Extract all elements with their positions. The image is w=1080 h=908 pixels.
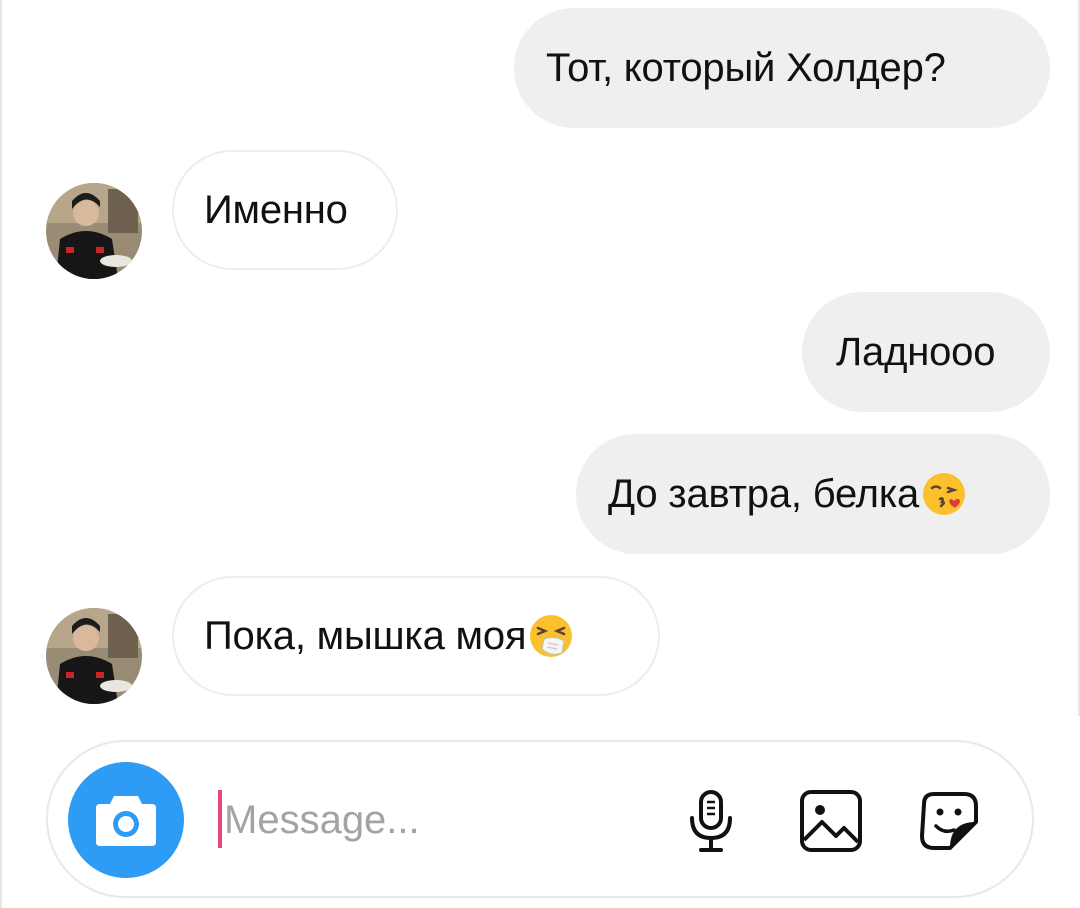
sender-avatar[interactable] (46, 183, 142, 279)
message-bubble-incoming[interactable]: Именно (172, 150, 398, 270)
gallery-button[interactable] (796, 786, 866, 856)
avatar-photo (46, 608, 142, 704)
avatar-photo (46, 183, 142, 279)
message-text: Именно (204, 187, 348, 232)
message-text: Тот, который Холдер? (546, 45, 946, 90)
sticker-icon (920, 792, 978, 850)
message-input[interactable] (224, 792, 644, 848)
face-blowing-kiss-emoji (921, 471, 967, 517)
camera-button[interactable] (68, 762, 184, 878)
message-text: До завтра, белка (608, 471, 920, 516)
message-bubble-outgoing[interactable]: Тот, который Холдер? (514, 8, 1050, 128)
message-bubble-outgoing[interactable]: Ладнооо (802, 292, 1050, 412)
microphone-button[interactable] (676, 786, 746, 856)
message-bubble-incoming[interactable]: Пока, мышка моя (172, 576, 660, 696)
message-composer (46, 740, 1034, 898)
sender-avatar[interactable] (46, 608, 142, 704)
sticker-button[interactable] (914, 786, 984, 856)
message-bubble-outgoing[interactable]: До завтра, белка (576, 434, 1050, 554)
camera-icon (96, 796, 156, 846)
microphone-icon (690, 790, 732, 852)
sneezing-face-emoji (528, 613, 574, 659)
gallery-icon (800, 790, 862, 852)
message-text: Ладнооо (836, 329, 996, 374)
text-cursor (218, 790, 222, 848)
message-text: Пока, мышка моя (204, 613, 527, 658)
left-edge-divider (0, 0, 2, 908)
